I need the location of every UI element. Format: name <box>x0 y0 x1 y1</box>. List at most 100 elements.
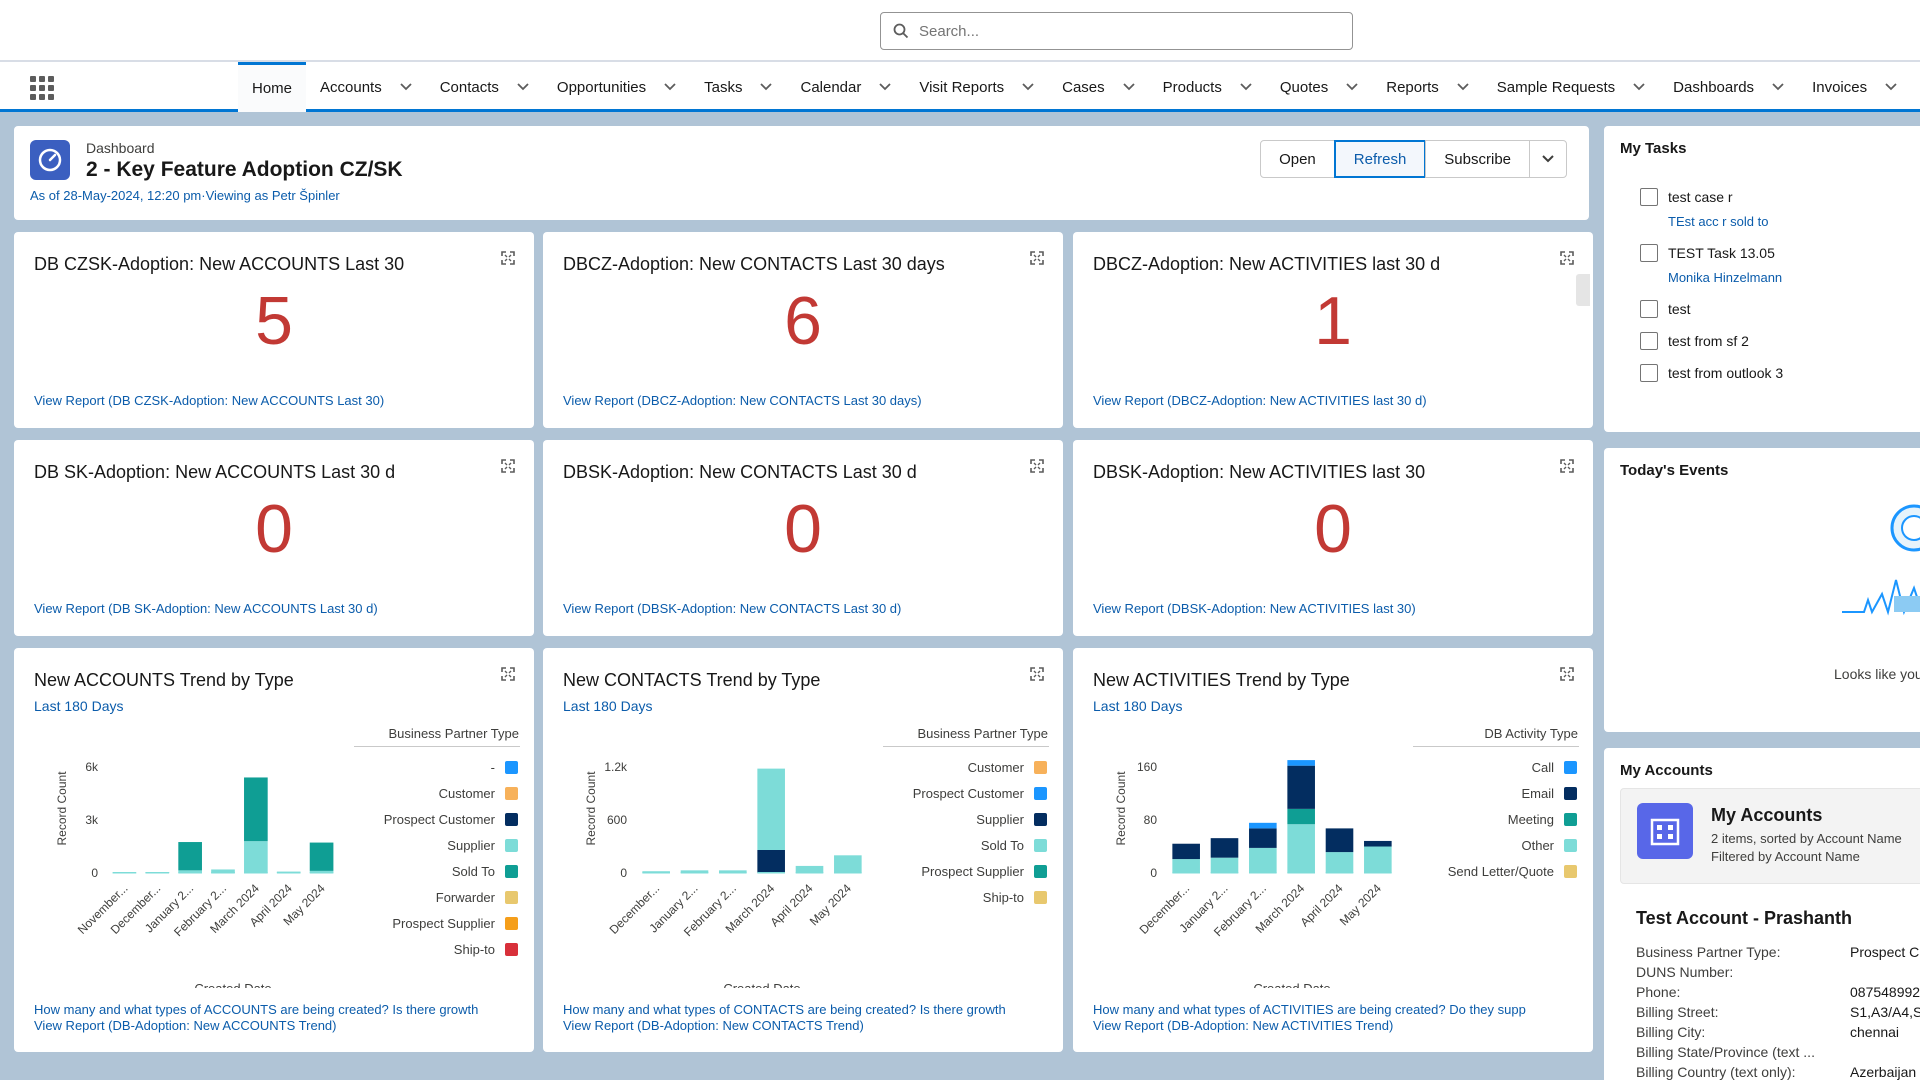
global-search-input[interactable]: Search... <box>880 12 1353 50</box>
legend-item[interactable]: Prospect Customer <box>813 786 1047 801</box>
metric-value[interactable]: 1 <box>1073 282 1593 360</box>
bar-segment[interactable] <box>1210 857 1239 873</box>
expand-icon[interactable] <box>500 250 516 266</box>
bar-segment[interactable] <box>244 841 268 873</box>
task-checkbox[interactable] <box>1640 300 1658 318</box>
bar-segment[interactable] <box>757 850 785 873</box>
expand-icon[interactable] <box>500 458 516 474</box>
account-name-link[interactable]: Test Account - Prashanth <box>1636 908 1852 929</box>
expand-icon[interactable] <box>500 666 516 682</box>
nav-item-home[interactable]: Home <box>238 62 307 112</box>
bar-segment[interactable] <box>1287 760 1315 766</box>
legend-item[interactable]: Customer <box>813 760 1047 775</box>
bar-segment[interactable] <box>1287 824 1315 873</box>
chevron-down-icon[interactable] <box>1633 83 1645 91</box>
bar-segment[interactable] <box>1287 808 1315 825</box>
chevron-down-icon[interactable] <box>1346 83 1358 91</box>
legend-item[interactable]: Customer <box>284 786 518 801</box>
metric-value[interactable]: 0 <box>1073 490 1593 568</box>
expand-icon[interactable] <box>1559 666 1575 682</box>
legend-item[interactable]: Supplier <box>813 812 1047 827</box>
bar-segment[interactable] <box>1287 765 1315 809</box>
my-accounts-list-header[interactable]: My Accounts 2 items, sorted by Account N… <box>1620 788 1920 884</box>
nav-item-products[interactable]: Products <box>1149 62 1266 112</box>
panel-collapse-handle[interactable] <box>1576 274 1590 306</box>
metric-value[interactable]: 0 <box>14 490 534 568</box>
chevron-down-icon[interactable] <box>879 83 891 91</box>
expand-icon[interactable] <box>1029 666 1045 682</box>
chevron-down-icon[interactable] <box>1457 83 1469 91</box>
view-report-link[interactable]: View Report (DBCZ-Adoption: New ACTIVITI… <box>1093 393 1427 408</box>
task-link[interactable]: test from sf 2 <box>1668 333 1749 349</box>
nav-item-reports[interactable]: Reports <box>1372 62 1483 112</box>
more-actions-button[interactable] <box>1529 140 1567 178</box>
task-checkbox[interactable] <box>1640 244 1658 262</box>
legend-item[interactable]: Prospect Customer <box>284 812 518 827</box>
task-link[interactable]: test <box>1668 301 1691 317</box>
legend-item[interactable]: Other <box>1343 838 1577 853</box>
expand-icon[interactable] <box>1559 458 1575 474</box>
legend-item[interactable]: Prospect Supplier <box>284 916 518 931</box>
task-link[interactable]: test case r <box>1668 189 1733 205</box>
chevron-down-icon[interactable] <box>1240 83 1252 91</box>
view-report-link[interactable]: View Report (DBCZ-Adoption: New CONTACTS… <box>563 393 922 408</box>
bar-segment[interactable] <box>1249 822 1277 829</box>
app-launcher-icon[interactable] <box>30 76 54 100</box>
task-link[interactable]: test from outlook 3 <box>1668 365 1783 381</box>
refresh-button[interactable]: Refresh <box>1333 140 1427 178</box>
task-link[interactable]: TEST Task 13.05 <box>1668 245 1775 261</box>
view-report-link[interactable]: View Report (DB-Adoption: New CONTACTS T… <box>563 1018 864 1033</box>
chevron-down-icon[interactable] <box>760 83 773 91</box>
expand-icon[interactable] <box>1029 458 1045 474</box>
nav-item-sample-requests[interactable]: Sample Requests <box>1483 62 1659 112</box>
legend-item[interactable]: Prospect Supplier <box>813 864 1047 879</box>
legend-item[interactable]: Send Letter/Quote <box>1343 864 1577 879</box>
view-report-link[interactable]: View Report (DBSK-Adoption: New CONTACTS… <box>563 601 901 616</box>
open-button[interactable]: Open <box>1260 140 1335 178</box>
nav-item-dashboards[interactable]: Dashboards <box>1659 62 1798 112</box>
nav-item-opportunities[interactable]: Opportunities <box>543 62 690 112</box>
legend-item[interactable]: Sold To <box>284 864 518 879</box>
legend-item[interactable]: Sold To <box>813 838 1047 853</box>
view-report-link[interactable]: View Report (DB-Adoption: New ACCOUNTS T… <box>34 1018 336 1033</box>
metric-value[interactable]: 5 <box>14 282 534 360</box>
expand-icon[interactable] <box>1029 250 1045 266</box>
view-report-link[interactable]: View Report (DBSK-Adoption: New ACTIVITI… <box>1093 601 1416 616</box>
chevron-down-icon[interactable] <box>1885 83 1897 91</box>
nav-item-tasks[interactable]: Tasks <box>690 62 786 112</box>
chevron-down-icon[interactable] <box>1772 83 1784 91</box>
bar-segment[interactable] <box>1172 859 1200 873</box>
task-checkbox[interactable] <box>1640 332 1658 350</box>
nav-item-quotes[interactable]: Quotes <box>1266 62 1372 112</box>
subscribe-button[interactable]: Subscribe <box>1425 140 1530 178</box>
nav-item-calendar[interactable]: Calendar <box>786 62 905 112</box>
view-report-link[interactable]: View Report (DB CZSK-Adoption: New ACCOU… <box>34 393 384 408</box>
bar-segment[interactable] <box>1210 838 1239 858</box>
view-report-link[interactable]: View Report (DB SK-Adoption: New ACCOUNT… <box>34 601 378 616</box>
nav-item-accounts[interactable]: Accounts <box>306 62 426 112</box>
legend-item[interactable]: Ship-to <box>813 890 1047 905</box>
bar-segment[interactable] <box>1249 847 1277 873</box>
chevron-down-icon[interactable] <box>1123 83 1135 91</box>
chevron-down-icon[interactable] <box>400 83 412 91</box>
legend-item[interactable]: Email <box>1343 786 1577 801</box>
view-report-link[interactable]: View Report (DB-Adoption: New ACTIVITIES… <box>1093 1018 1393 1033</box>
chevron-down-icon[interactable] <box>1022 83 1034 91</box>
legend-item[interactable]: Call <box>1343 760 1577 775</box>
bar-segment[interactable] <box>244 777 268 842</box>
legend-item[interactable]: Meeting <box>1343 812 1577 827</box>
task-related-link[interactable]: Monika Hinzelmann <box>1668 270 1782 285</box>
legend-item[interactable]: Ship-to <box>284 942 518 957</box>
bar-segment[interactable] <box>178 842 202 871</box>
chevron-down-icon[interactable] <box>664 83 676 91</box>
metric-value[interactable]: 0 <box>543 490 1063 568</box>
legend-item[interactable]: Supplier <box>284 838 518 853</box>
nav-item-visit-reports[interactable]: Visit Reports <box>905 62 1048 112</box>
bar-segment[interactable] <box>757 768 785 850</box>
nav-item-invoices[interactable]: Invoices <box>1798 62 1911 112</box>
bar-segment[interactable] <box>1249 828 1277 848</box>
task-checkbox[interactable] <box>1640 364 1658 382</box>
metric-value[interactable]: 6 <box>543 282 1063 360</box>
task-related-link[interactable]: TEst acc r sold to <box>1668 214 1768 229</box>
bar-segment[interactable] <box>1172 843 1200 860</box>
